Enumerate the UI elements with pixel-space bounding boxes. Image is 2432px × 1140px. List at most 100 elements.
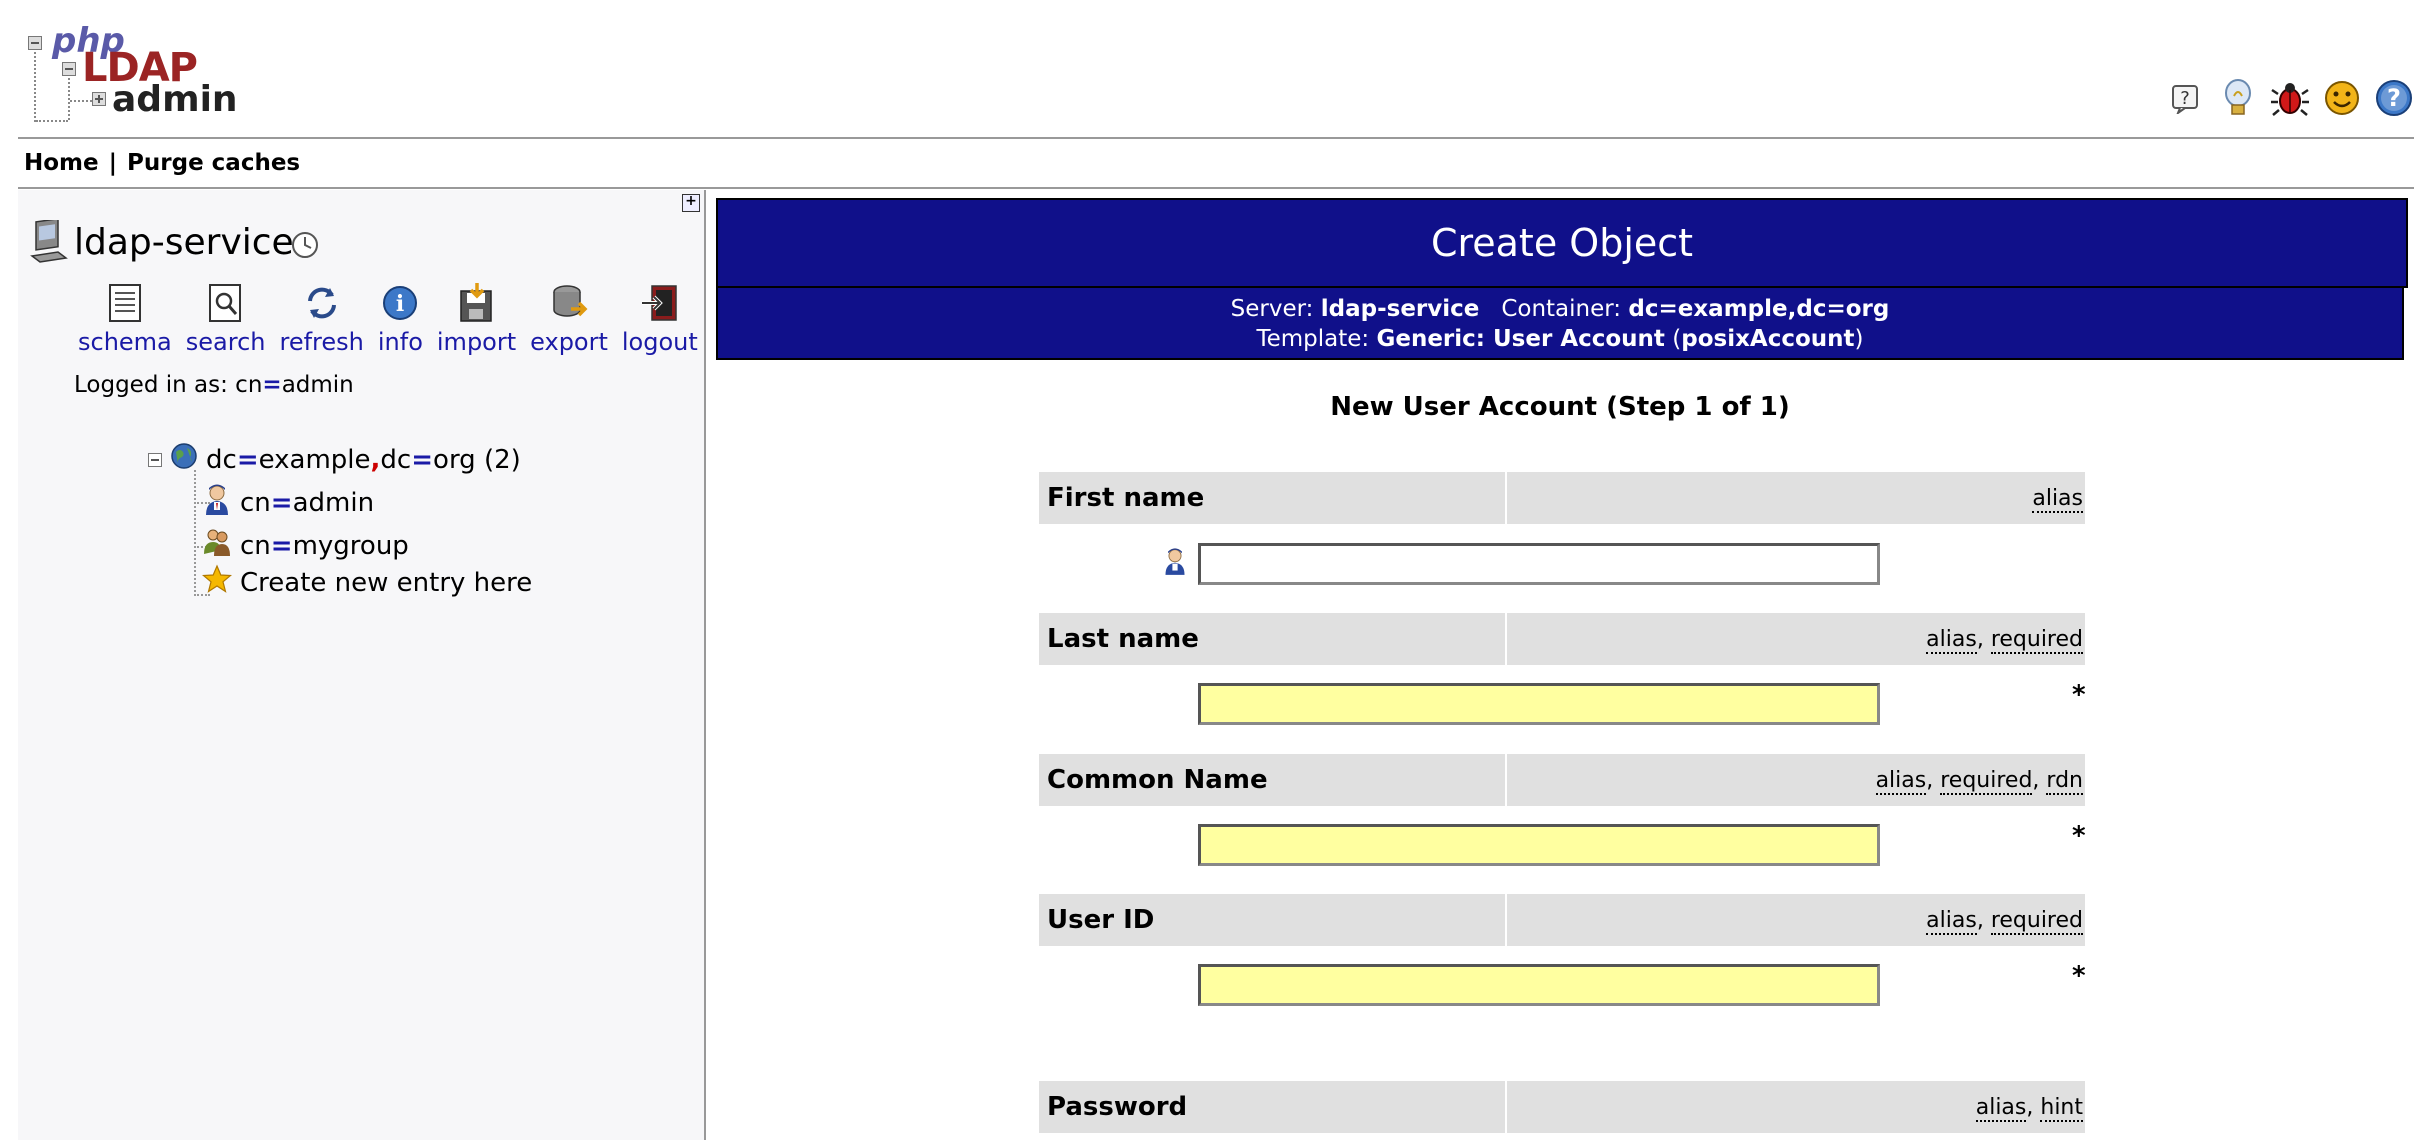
tag-alias[interactable]: alias [1975,1094,2027,1122]
logo-minus-box-icon [62,62,76,76]
tag-rdn[interactable]: rdn [2046,767,2083,795]
tree-root-node[interactable]: dc=example,dc=org (2) [148,442,521,477]
help-icon[interactable]: ? [2166,78,2206,118]
page-title-bar: Create Object [716,198,2408,288]
page-subtitle-bar: Server: ldap-service Container: dc=examp… [716,286,2404,360]
field-header-last-name: Last name alias, required [1039,613,2085,665]
tree-line [194,470,196,596]
first-name-input[interactable] [1198,543,1880,585]
field-header-first-name: First name alias [1039,472,2085,524]
logo-tree-line [34,52,36,122]
svg-text:?: ? [2387,84,2401,112]
refresh-action[interactable]: refresh [280,282,364,356]
user-id-input[interactable] [1198,964,1880,1006]
logout-action[interactable]: logout [622,282,698,356]
dn-attr: dc [380,444,412,475]
schema-icon [104,282,146,324]
logo-plus-box-icon [92,92,106,106]
expand-panel-button[interactable]: + [682,194,700,212]
dn-value: example [258,444,371,475]
tag-required[interactable]: required [1990,626,2083,654]
field-header-divider [1505,472,1507,524]
server-container-line: Server: ldap-service Container: dc=examp… [718,294,2402,324]
tree-node-admin[interactable]: cn=admin [202,482,374,523]
server-value: ldap-service [1320,296,1480,322]
field-tags: alias, hint [1975,1094,2083,1122]
logo-admin-text: admin [112,79,238,120]
import-action[interactable]: import [437,282,516,356]
template-paren: ) [1854,326,1864,352]
field-header-divider [1505,1081,1507,1133]
header-icon-bar: ? ? [2166,78,2414,118]
logged-in-value: admin [281,372,354,398]
lightbulb-icon[interactable] [2218,78,2258,118]
star-icon [201,564,233,601]
bug-icon[interactable] [2270,78,2310,118]
phpldapadmin-logo[interactable]: php LDAP admin [24,24,238,124]
template-line: Template: Generic: User Account (posixAc… [718,324,2402,354]
export-label: export [530,328,608,356]
required-marker: * [2072,961,2086,991]
last-name-input[interactable] [1198,683,1880,725]
purge-caches-link[interactable]: Purge caches [127,150,300,176]
question-icon[interactable]: ? [2374,78,2414,118]
search-action[interactable]: search [186,282,266,356]
refresh-label: refresh [279,328,364,356]
field-label: First name [1047,483,1205,513]
dn-eq: = [411,444,434,475]
schema-label: schema [78,328,172,356]
field-header-divider [1505,894,1507,946]
dn-attr: cn [240,530,271,561]
tree-node-mygroup[interactable]: cn=mygroup [202,526,409,565]
clock-icon[interactable] [290,230,320,264]
schema-action[interactable]: schema [78,282,172,356]
tag-required[interactable]: required [1940,767,2033,795]
form-heading: New User Account (Step 1 of 1) [1330,392,1790,422]
export-action[interactable]: export [530,282,608,356]
logged-in-prefix: Logged in as: [74,372,236,398]
template-paren: ( [1664,326,1682,352]
home-link[interactable]: Home [24,150,99,176]
common-name-input[interactable] [1198,824,1880,866]
tag-alias[interactable]: alias [1926,626,1977,654]
dn-value: mygroup [292,530,409,561]
dn-eq: = [270,530,293,561]
tag-required[interactable]: required [1990,907,2083,935]
logo-minus-box-icon [28,36,42,50]
template-class: posixAccount [1681,326,1855,352]
smiley-icon[interactable] [2322,78,2362,118]
field-tags: alias, required [1926,626,2083,654]
dn-value: org [433,444,476,475]
globe-icon [170,442,198,477]
header-divider [18,137,2414,139]
dn-value: admin [292,487,375,518]
server-actions: schema search refresh i info import expo… [78,282,698,356]
child-count: (2) [475,444,521,475]
tree-node-label: cn=admin [240,488,374,518]
dn-eq: = [236,444,259,475]
create-new-entry[interactable]: Create new entry here [201,564,532,601]
tag-hint[interactable]: hint [2040,1094,2083,1122]
info-action[interactable]: i info [378,282,423,356]
tag-alias[interactable]: alias [1926,907,1977,935]
group-icon [202,526,232,565]
nav-separator: | [108,150,118,176]
logo-tree-line [36,120,68,122]
collapse-icon[interactable] [148,452,162,467]
field-tags: alias, required, rdn [1875,767,2083,795]
server-label: Server: [1230,296,1321,322]
tag-alias[interactable]: alias [2032,485,2083,513]
info-label: info [377,328,423,356]
user-icon [1162,546,1188,580]
tag-alias[interactable]: alias [1875,767,1927,795]
server-name[interactable]: ldap-service [74,222,294,263]
field-tags: alias, required [1926,907,2083,935]
dn-eq: = [270,487,293,518]
field-header-divider [1505,754,1507,806]
server-icon [28,217,72,268]
tree-node-label: cn=mygroup [240,531,409,561]
import-label: import [436,328,517,356]
template-label: Template: [1256,326,1377,352]
dn-attr: dc [206,444,237,475]
field-label: Common Name [1047,765,1268,795]
